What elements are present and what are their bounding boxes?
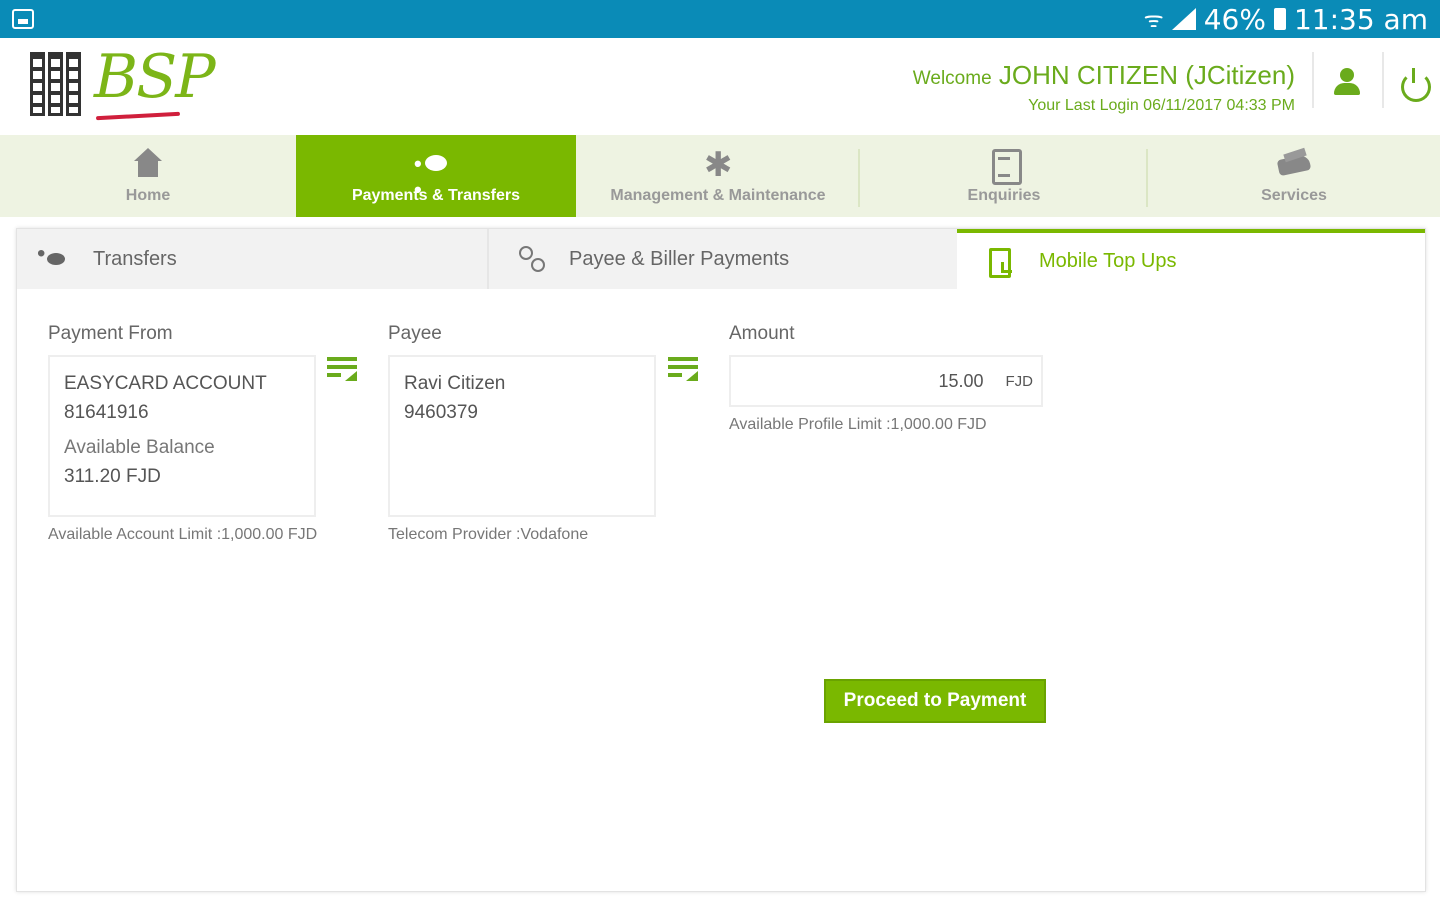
amount-value: 15.00 <box>938 370 984 391</box>
tools-icon <box>700 145 736 185</box>
money-icon <box>37 240 73 272</box>
balance-label: Available Balance <box>64 437 215 458</box>
telecom-provider-note: Telecom Provider :Vodafone <box>388 526 589 543</box>
proceed-to-payment-button[interactable]: Proceed to Payment <box>824 679 1046 723</box>
logo-pillars-icon <box>30 52 81 116</box>
welcome-prefix: Welcome <box>912 68 992 89</box>
nav-item-management-maintenance[interactable]: Management & Maintenance <box>576 135 860 217</box>
bsp-logo[interactable]: BSP <box>30 42 216 126</box>
home-icon <box>130 147 166 181</box>
people-icon <box>515 246 549 272</box>
screenshot-icon <box>12 9 34 29</box>
main-nav: Home Payments & Transfers Management & M… <box>0 135 1440 217</box>
account-limit-note: Available Account Limit :1,000.00 FJD <box>48 526 318 543</box>
logo-underline <box>95 111 181 121</box>
amount-currency: FJD <box>1005 372 1034 390</box>
nav-item-payments-transfers[interactable]: Payments & Transfers <box>296 135 576 217</box>
payment-from-label: Payment From <box>48 323 173 344</box>
tab-label: Mobile Top Ups <box>1039 249 1177 272</box>
tab-label: Transfers <box>93 247 177 270</box>
last-login: Your Last Login 06/11/2017 04:33 PM <box>1028 97 1295 114</box>
account-name: EASYCARD ACCOUNT <box>64 373 267 394</box>
nav-item-enquiries[interactable]: Enquiries <box>860 135 1148 217</box>
payee-number: 9460379 <box>404 402 478 423</box>
money-icon <box>414 147 454 203</box>
payee-name: Ravi Citizen <box>404 373 506 394</box>
system-status-bar: ᯤ 46% 11:35 am <box>0 0 1440 38</box>
payment-from-account-box[interactable]: EASYCARD ACCOUNT 81641916 Available Bala… <box>48 355 316 517</box>
nav-item-label: Enquiries <box>967 187 1041 204</box>
nav-item-services[interactable]: Services <box>1148 135 1440 217</box>
user-profile-icon[interactable] <box>1328 64 1368 104</box>
content-card: Transfers Payee & Biller Payments Mobile… <box>16 228 1426 892</box>
nav-item-home[interactable]: Home <box>0 135 296 217</box>
user-name: JOHN CITIZEN (JCitizen) <box>998 60 1295 90</box>
header-divider <box>1382 52 1384 108</box>
payee-box[interactable]: Ravi Citizen 9460379 <box>388 355 656 517</box>
balance-value: 311.20 FJD <box>64 466 161 487</box>
status-indicators: ᯤ 46% 11:35 am <box>1143 2 1428 36</box>
tab-mobile-top-ups[interactable]: Mobile Top Ups <box>957 229 1425 289</box>
battery-icon <box>1273 8 1286 30</box>
nav-item-label: Management & Maintenance <box>610 187 826 204</box>
select-account-list-icon[interactable] <box>327 357 359 383</box>
header-divider <box>1312 52 1314 108</box>
logout-power-icon[interactable] <box>1394 64 1434 104</box>
amount-input[interactable]: 15.00 FJD <box>729 355 1043 407</box>
select-payee-list-icon[interactable] <box>668 357 700 383</box>
signal-icon <box>1171 8 1196 30</box>
wifi-icon: ᯤ <box>1143 8 1164 33</box>
phone-icon <box>985 248 1019 278</box>
nav-item-label: Services <box>1261 187 1327 204</box>
app-header: BSP Welcome JOHN CITIZEN (JCitizen) Your… <box>0 38 1440 135</box>
tab-transfers[interactable]: Transfers <box>17 229 487 289</box>
tab-payee-biller-payments[interactable]: Payee & Biller Payments <box>487 229 957 289</box>
battery-percent: 46% <box>1203 2 1266 36</box>
welcome-block: Welcome JOHN CITIZEN (JCitizen) Your Las… <box>913 60 1295 115</box>
payee-label: Payee <box>388 323 442 344</box>
logo-text: BSP <box>94 42 216 112</box>
sub-tabs: Transfers Payee & Biller Payments Mobile… <box>17 229 1425 289</box>
account-number: 81641916 <box>64 402 149 423</box>
clipboard-icon <box>986 147 1022 185</box>
nav-item-label: Home <box>125 187 171 204</box>
welcome-line: Welcome JOHN CITIZEN (JCitizen) <box>913 60 1295 91</box>
hand-icon <box>1276 147 1312 181</box>
amount-label: Amount <box>729 323 795 344</box>
profile-limit-note: Available Profile Limit :1,000.00 FJD <box>729 416 987 433</box>
clock: 11:35 am <box>1293 2 1428 36</box>
tab-label: Payee & Biller Payments <box>569 247 790 270</box>
